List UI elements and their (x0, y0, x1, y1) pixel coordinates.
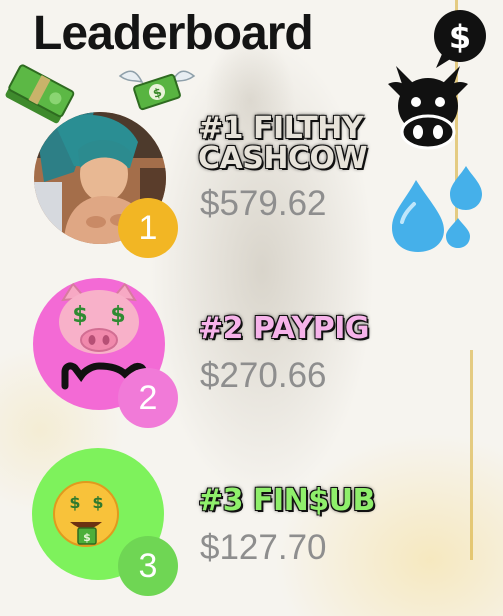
svg-text:$: $ (83, 531, 91, 544)
svg-text:$: $ (110, 303, 125, 328)
rank-number: 1 (138, 208, 158, 247)
rank-badge: 2 (118, 368, 178, 428)
entry-amount: $270.66 (200, 356, 327, 395)
rank-badge: 1 (118, 198, 178, 258)
background-gold-line (470, 350, 473, 560)
leaderboard-entry-3[interactable]: $ $ $ 3 #3 FIN$UB $127.70 (0, 0, 503, 596)
entry-amount: $127.70 (200, 528, 327, 567)
entry-name: #3 FIN$UB (198, 483, 375, 518)
rank-number: 3 (138, 546, 158, 585)
entry-name: #2 PAYPIG (198, 311, 370, 346)
svg-text:$: $ (72, 303, 87, 328)
svg-text:$: $ (69, 493, 80, 512)
svg-text:$: $ (92, 493, 103, 512)
rank-badge: 3 (118, 536, 178, 596)
rank-number: 2 (138, 378, 158, 417)
